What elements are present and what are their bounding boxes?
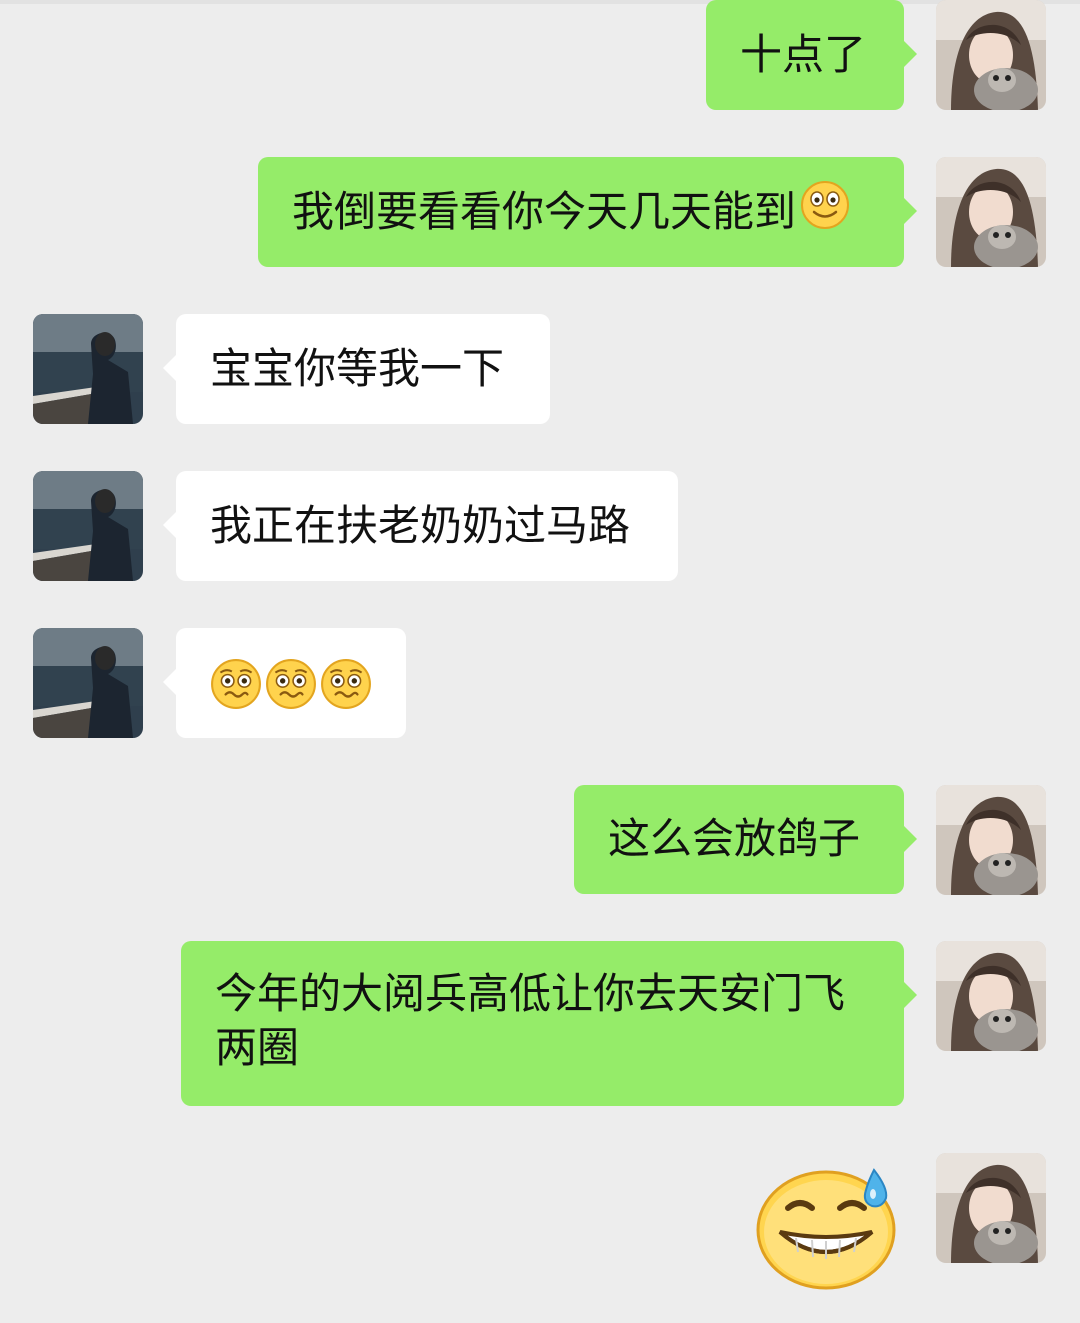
my-avatar[interactable] bbox=[936, 1153, 1046, 1263]
chat-bubble-sent[interactable]: 今年的大阅兵高低让你去天安门飞 两圈 bbox=[181, 941, 917, 1106]
contact-avatar[interactable] bbox=[33, 471, 143, 581]
avatar-image bbox=[936, 157, 1046, 267]
chat-bubble-received[interactable] bbox=[163, 628, 406, 738]
pleading-emoji bbox=[210, 658, 262, 723]
my-avatar[interactable] bbox=[936, 157, 1046, 267]
chat-bubble-received[interactable]: 宝宝你等我一下 bbox=[163, 314, 550, 424]
avatar-image bbox=[33, 628, 143, 738]
message-text-line: 今年的大阅兵高低让你去天安门飞 bbox=[215, 969, 846, 1018]
avatar-image bbox=[936, 785, 1046, 895]
message-text: 我倒要看看你今天几天能到 bbox=[292, 187, 797, 236]
top-divider bbox=[0, 0, 1080, 4]
chat-bubble-received[interactable]: 我正在扶老奶奶过马路 bbox=[163, 471, 678, 581]
avatar-image bbox=[33, 314, 143, 424]
avatar-image bbox=[33, 471, 143, 581]
chat-bubble-sent[interactable]: 十点了 bbox=[706, 0, 917, 110]
message-text: 我正在扶老奶奶过马路 bbox=[210, 501, 631, 550]
message-text: 十点了 bbox=[740, 30, 867, 79]
avatar-image bbox=[936, 0, 1046, 110]
contact-avatar[interactable] bbox=[33, 628, 143, 738]
my-avatar[interactable] bbox=[936, 0, 1046, 110]
avatar-image bbox=[936, 1153, 1046, 1263]
message-text: 宝宝你等我一下 bbox=[210, 344, 505, 393]
contact-avatar[interactable] bbox=[33, 314, 143, 424]
message-text: 这么会放鸽子 bbox=[608, 814, 861, 863]
pleading-emoji bbox=[265, 658, 317, 723]
pleading-emoji bbox=[320, 658, 372, 723]
awkward-grin-sweat-emoji[interactable] bbox=[756, 1160, 906, 1294]
message-text-line: 两圈 bbox=[215, 1023, 300, 1072]
smile-emoji bbox=[800, 180, 850, 243]
my-avatar[interactable] bbox=[936, 785, 1046, 895]
chat-bubble-sent[interactable]: 我倒要看看你今天几天能到 bbox=[258, 157, 917, 267]
chat-bubble-sent[interactable]: 这么会放鸽子 bbox=[574, 785, 917, 894]
my-avatar[interactable] bbox=[936, 941, 1046, 1051]
avatar-image bbox=[936, 941, 1046, 1051]
